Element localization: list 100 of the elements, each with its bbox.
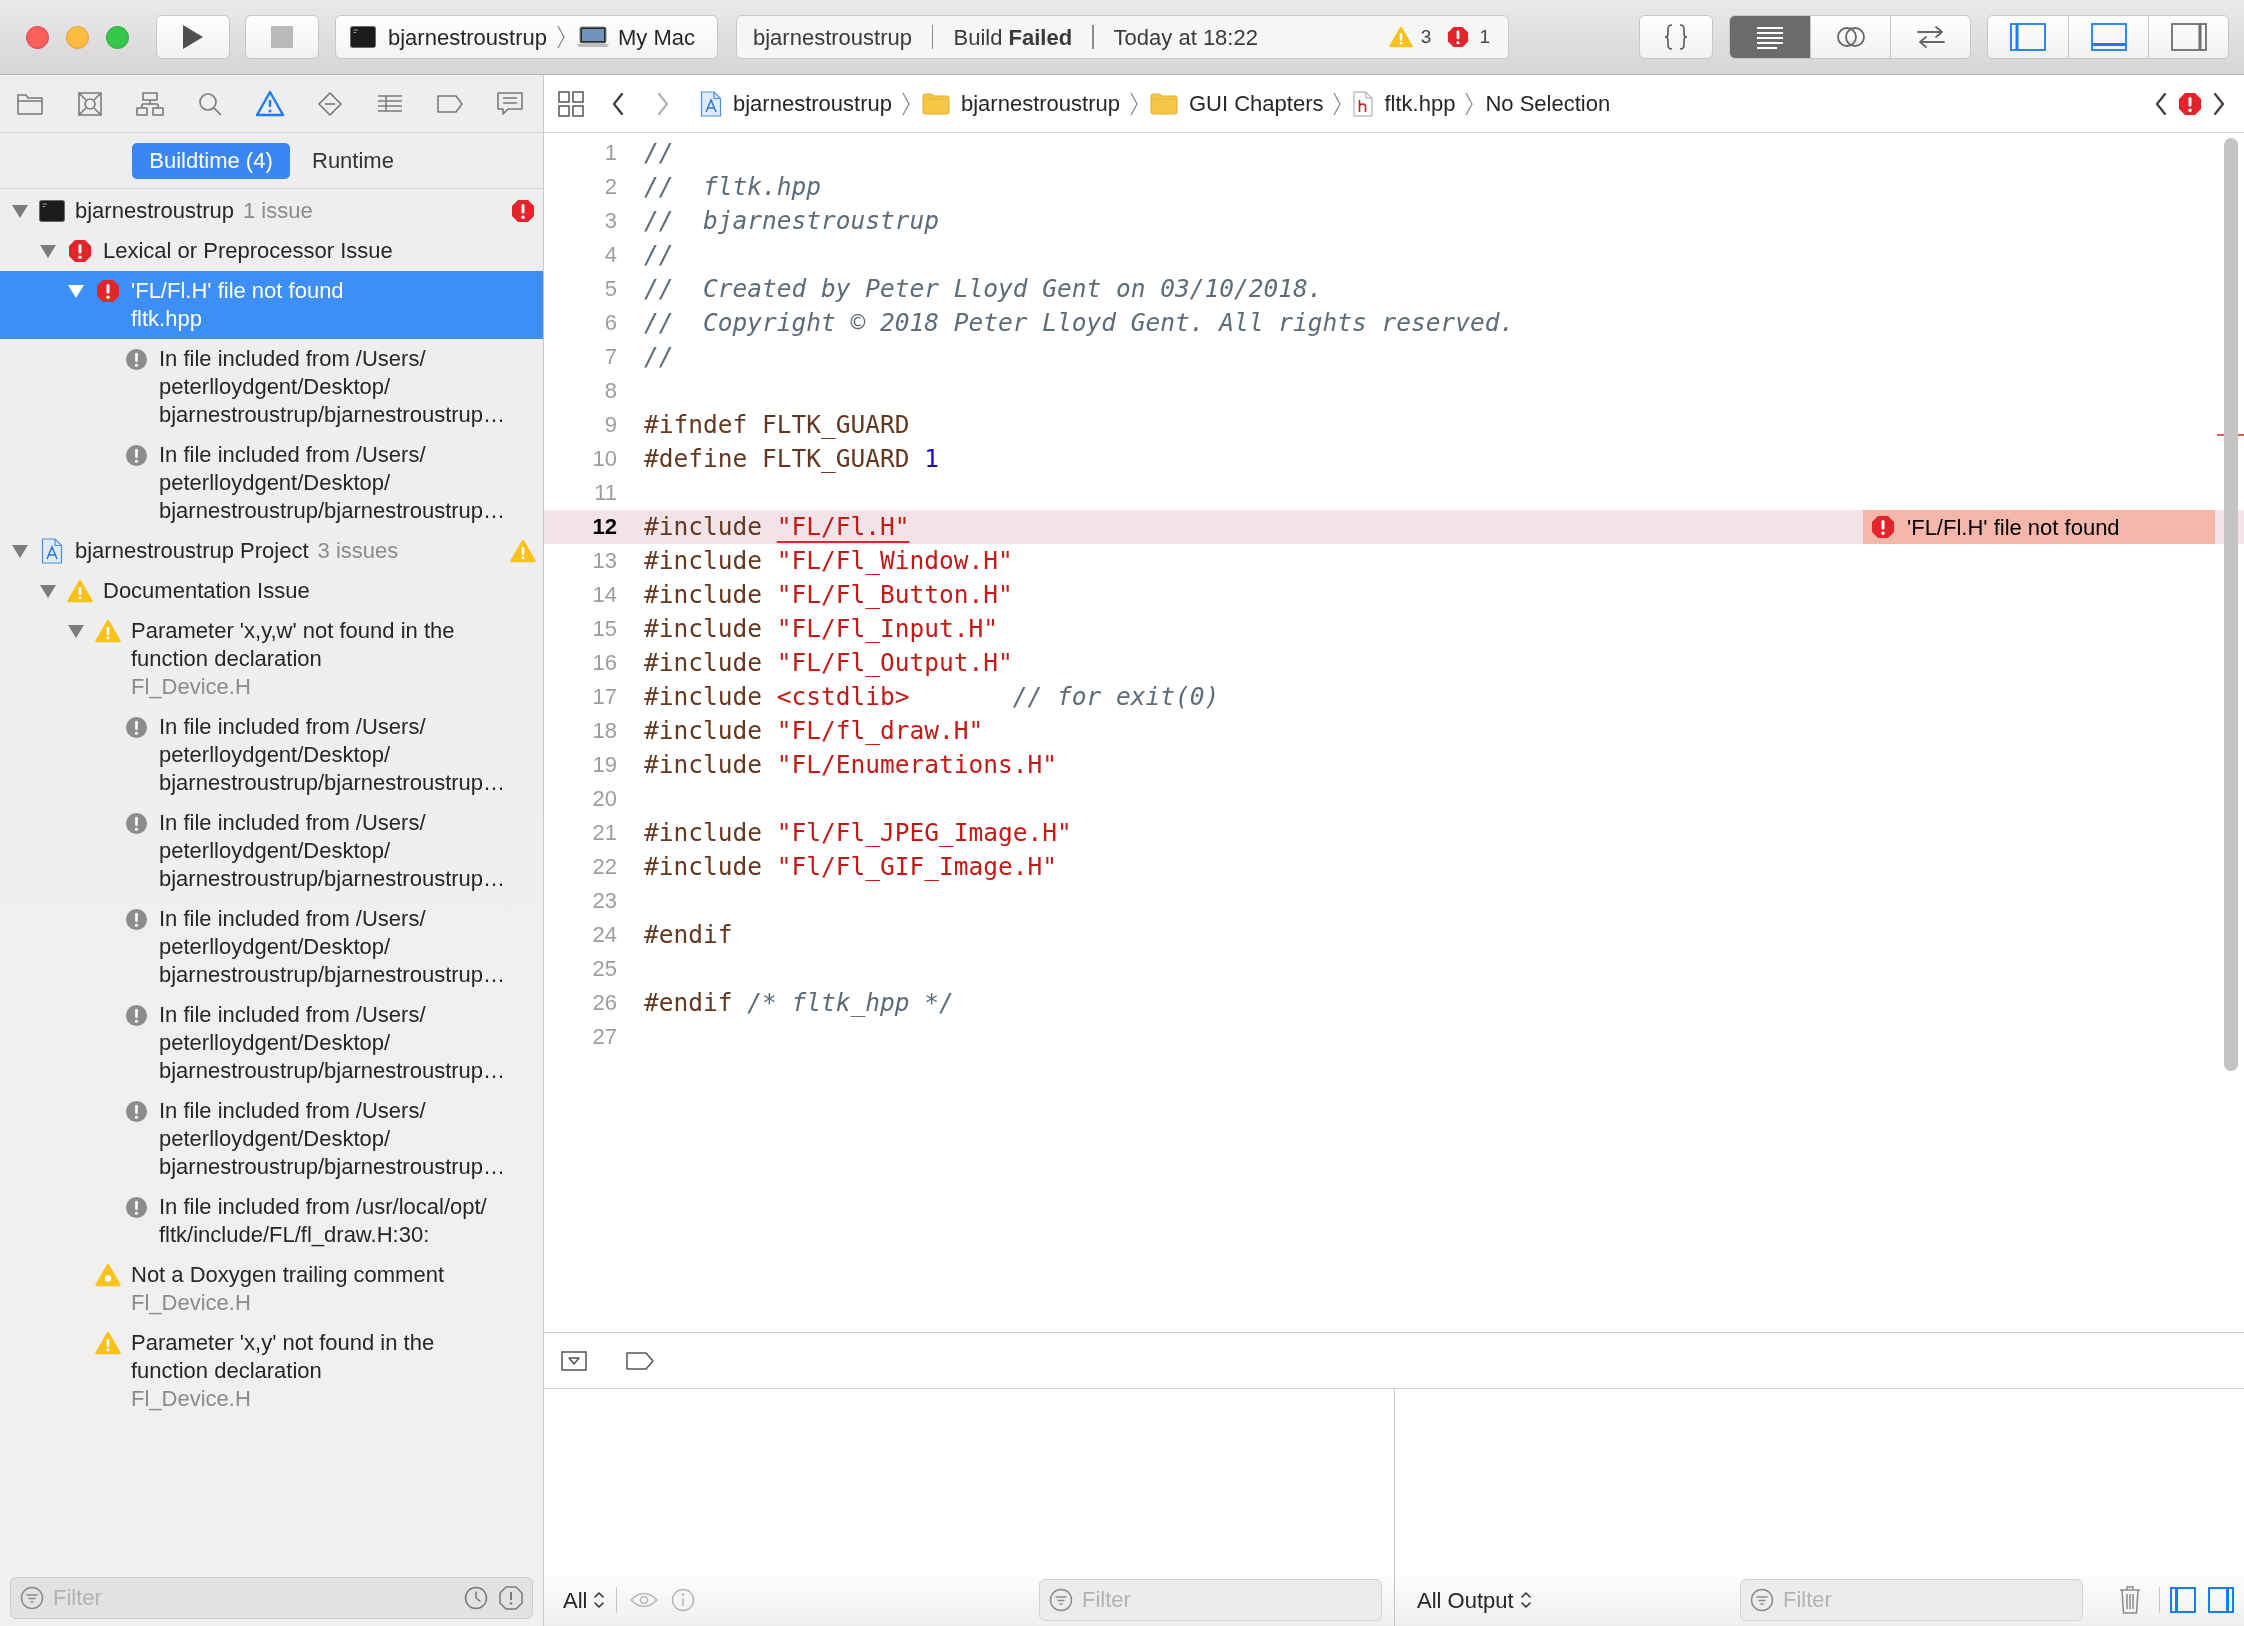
chevron-left-icon[interactable]: [2154, 91, 2168, 116]
editor-mode-control[interactable]: [1729, 15, 1971, 59]
editor-mode-button[interactable]: [1810, 16, 1890, 58]
path-segment[interactable]: fltk.hpp: [1384, 87, 1456, 120]
blueprint-file-icon: [41, 538, 63, 564]
chevron-icon: [556, 24, 566, 50]
chevron-right-icon[interactable]: [2212, 91, 2226, 116]
folder-outline-icon[interactable]: [16, 91, 44, 116]
note-text: In file included from /Users/ peterlloydgent/Desktop/ bjarnestroustrup/bjarnestroustrup…: [159, 1097, 507, 1181]
code-line: //: [644, 239, 674, 271]
path-segment[interactable]: bjarnestroustrup: [961, 87, 1120, 120]
warning-icon: [95, 619, 121, 643]
scope-tab[interactable]: Runtime: [300, 142, 406, 179]
right-panel-icon[interactable]: [2208, 1587, 2234, 1613]
chevron-left-icon[interactable]: [611, 91, 625, 116]
triangle-down-icon[interactable]: [68, 284, 84, 298]
panel-toggle-button[interactable]: [2068, 16, 2148, 58]
issue-title: Parameter 'x,y' not found in the function declaration: [131, 1329, 436, 1385]
line-number: 16: [591, 649, 617, 677]
path-segment[interactable]: No Selection: [1485, 87, 1611, 120]
line-number: 19: [591, 751, 617, 779]
code-line: // fltk.hpp: [644, 171, 821, 203]
triangle-down-icon[interactable]: [68, 624, 84, 638]
tag-icon[interactable]: [626, 1351, 654, 1370]
code-line: #include "FL/Fl_Button.H": [644, 579, 1013, 611]
panel-toggle-button[interactable]: [1988, 16, 2068, 58]
filter-field[interactable]: Filter: [1740, 1579, 2083, 1621]
scheme-name[interactable]: bjarnestroustrup: [388, 20, 547, 54]
output-popup[interactable]: All Output: [1417, 1583, 1532, 1617]
search-icon[interactable]: [197, 90, 223, 117]
table-lines-icon[interactable]: [376, 92, 404, 115]
library-button[interactable]: [1639, 15, 1713, 59]
path-segment[interactable]: GUI Chapters: [1188, 87, 1324, 120]
issue-annotation[interactable]: 'FL/Fl.H' file not found: [1863, 510, 2215, 544]
braces-icon: [1664, 23, 1688, 51]
file-name: Fl_Device.H: [131, 1385, 252, 1413]
clock-icon[interactable]: [464, 1586, 488, 1610]
warning-icon: [67, 579, 93, 603]
trash-icon[interactable]: [2118, 1585, 2142, 1615]
panel-toggle-control[interactable]: [1987, 15, 2229, 59]
lines-icon: [1755, 25, 1785, 49]
exclamation-circle-icon: [124, 1195, 148, 1219]
code-line: #include "FL/Enumerations.H": [644, 749, 1058, 781]
scope-popup[interactable]: All: [563, 1583, 606, 1617]
code-line: #define FLTK_GUARD 1: [644, 443, 940, 475]
eye-icon[interactable]: [629, 1590, 660, 1610]
blueprint-file-icon: [700, 90, 722, 117]
note-text: In file included from /usr/local/opt/ fltk/include/FL/fl_draw.H:30:: [159, 1193, 488, 1249]
code-line: #include "FL/Fl.H": [644, 511, 910, 543]
panel-toggle-button[interactable]: [2148, 16, 2228, 58]
triangle-down-icon[interactable]: [12, 204, 28, 218]
scheme-selector[interactable]: bjarnestroustrup My Mac: [335, 15, 718, 59]
info-icon[interactable]: [671, 1588, 696, 1612]
line-number: 17: [591, 683, 617, 711]
overlapping-circles-icon: [1834, 25, 1867, 49]
diamond-minus-icon[interactable]: [317, 90, 343, 117]
error-icon[interactable]: [2178, 91, 2202, 116]
triangle-down-icon[interactable]: [12, 544, 28, 558]
grid-icon[interactable]: [557, 89, 585, 118]
line-number: 18: [591, 717, 617, 745]
triangle-down-icon[interactable]: [40, 584, 56, 598]
zoom-button[interactable]: [106, 25, 129, 49]
destination-name[interactable]: My Mac: [618, 20, 695, 54]
crossed-box-icon[interactable]: [77, 90, 103, 117]
octagon-exclamation-icon[interactable]: [499, 1586, 523, 1610]
error-icon[interactable]: [1447, 26, 1470, 48]
speech-bubble-icon[interactable]: [496, 90, 524, 117]
collapse-box-icon[interactable]: [561, 1350, 587, 1371]
code-line: #ifndef FLTK_GUARD: [644, 409, 910, 441]
path-segment[interactable]: bjarnestroustrup: [733, 87, 892, 120]
editor-mode-button[interactable]: [1890, 16, 1970, 58]
file-name: Fl_Device.H: [131, 673, 252, 701]
left-panel-icon[interactable]: [2170, 1587, 2196, 1613]
run-button[interactable]: [156, 15, 230, 59]
line-number: 3: [603, 207, 617, 235]
close-button[interactable]: [26, 25, 49, 49]
filter-icon: [1750, 1588, 1774, 1612]
up-down-chevron-icon: [1519, 1590, 1532, 1610]
hierarchy-icon[interactable]: [135, 90, 165, 117]
filter-field[interactable]: Filter: [1039, 1579, 1382, 1621]
warning-outline-icon[interactable]: [255, 90, 285, 117]
folder-icon: [922, 92, 950, 115]
scope-tab[interactable]: Buildtime (4): [132, 142, 290, 179]
build-time: Today at 18:22: [1113, 23, 1258, 52]
scrollbar-thumb[interactable]: [2224, 138, 2238, 1071]
triangle-down-icon[interactable]: [40, 244, 56, 258]
error-icon: [511, 199, 535, 223]
exclamation-circle-icon: [124, 811, 148, 835]
code-line: #include "Fl/Fl_GIF_Image.H": [644, 851, 1058, 883]
filter-icon: [1049, 1588, 1073, 1612]
line-number: 14: [591, 581, 617, 609]
warning-icon: [95, 1331, 121, 1355]
tag-icon[interactable]: [436, 93, 464, 114]
editor-mode-button[interactable]: [1730, 16, 1810, 58]
left-sidebar-icon: [2010, 23, 2046, 51]
right-sidebar-icon: [2170, 23, 2207, 51]
chevron-icon: [1332, 90, 1343, 117]
issue-title: Parameter 'x,y,w' not found in the function declaration: [131, 617, 456, 673]
chevron-icon: [1128, 90, 1139, 117]
line-number: 23: [591, 887, 617, 915]
